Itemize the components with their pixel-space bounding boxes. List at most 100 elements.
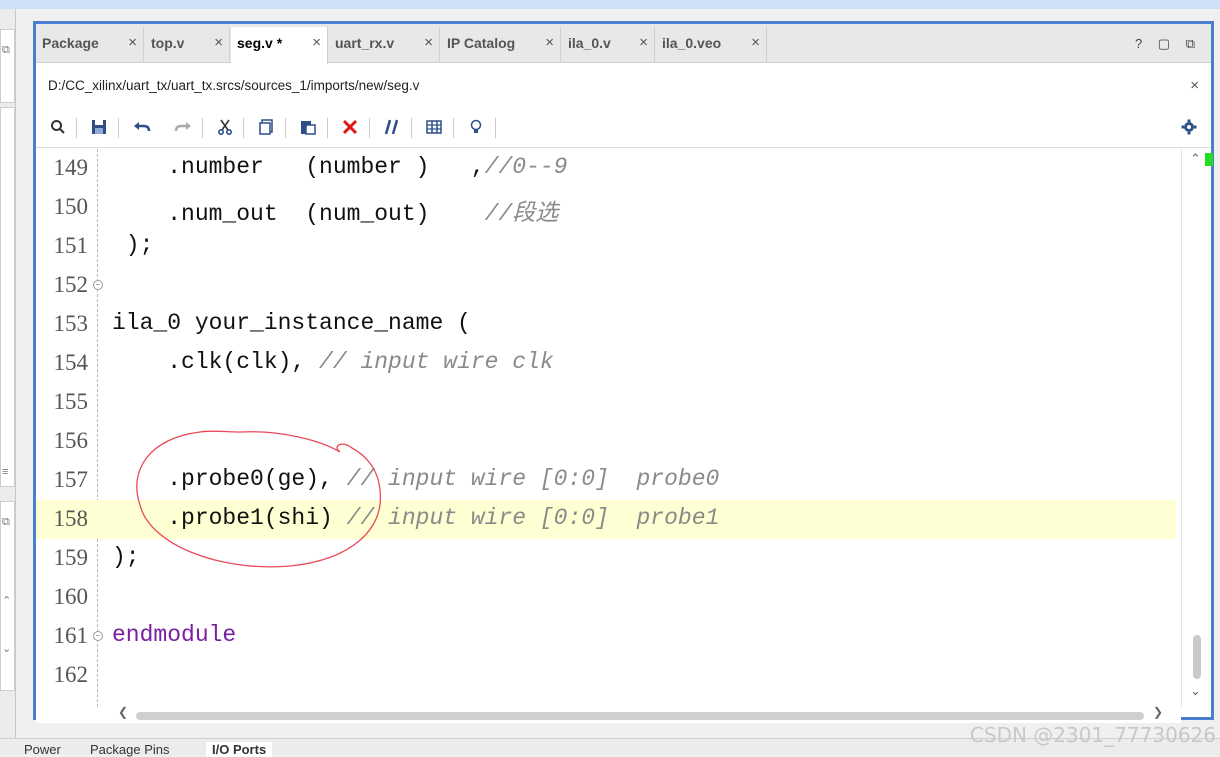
left-panel-top: ⧉	[0, 29, 15, 103]
settings-icon[interactable]	[1178, 116, 1200, 138]
scroll-left-icon[interactable]: ❮	[118, 705, 128, 719]
code-statement: .probe0(ge),	[112, 466, 347, 492]
watermark: CSDN @2301_77730626	[969, 723, 1216, 747]
horizontal-scrollbar[interactable]: ❮ ❯	[36, 705, 1181, 723]
code-comment: //段选	[484, 201, 559, 227]
code-comment: // input wire clk	[319, 349, 554, 375]
code-statement: .probe1(shi)	[112, 505, 347, 531]
tab-ila-0-veo[interactable]: ila_0.veo ×	[656, 27, 767, 63]
code-comment: //0--9	[484, 154, 568, 180]
close-icon[interactable]: ×	[639, 27, 648, 59]
close-icon[interactable]: ×	[312, 27, 321, 59]
code-text: .probe1(shi) // input wire [0:0] probe1	[112, 505, 719, 531]
toolbar-separator	[285, 118, 286, 138]
restore-icon-2[interactable]: ⧉	[2, 516, 10, 529]
fold-toggle-icon[interactable]: −	[93, 280, 103, 290]
code-line[interactable]: 162	[36, 656, 1176, 695]
scroll-right-icon[interactable]: ❯	[1153, 705, 1163, 719]
toolbar-separator	[495, 118, 496, 138]
save-icon[interactable]	[88, 116, 110, 138]
code-line[interactable]: 161− endmodule	[36, 617, 1176, 656]
code-line[interactable]: 157 .probe0(ge), // input wire [0:0] pro…	[36, 461, 1176, 500]
toolbar-separator	[453, 118, 454, 138]
comment-icon[interactable]	[381, 116, 403, 138]
restore-icon[interactable]: ⧉	[2, 44, 10, 57]
fold-toggle-icon[interactable]: −	[93, 631, 103, 641]
toolbar-separator	[118, 118, 119, 138]
toolbar-separator	[411, 118, 412, 138]
scroll-up-icon[interactable]: ⌃	[1190, 151, 1201, 167]
close-icon[interactable]: ×	[424, 27, 433, 59]
close-icon[interactable]: ×	[751, 27, 760, 59]
code-line[interactable]: 150 .num_out (num_out) //段选	[36, 188, 1176, 227]
line-number: 159	[53, 545, 89, 570]
code-line[interactable]: 149 .number (number ) ,//0--9	[36, 149, 1176, 188]
code-line[interactable]: 156	[36, 422, 1176, 461]
close-icon[interactable]: ×	[128, 27, 137, 59]
scroll-down-icon[interactable]: ⌄	[1190, 683, 1201, 699]
tab-label: top.v	[151, 35, 185, 51]
close-path-icon[interactable]: ×	[1190, 64, 1199, 107]
code-text: .number (number ) ,//0--9	[112, 154, 568, 180]
tab-ip-catalog[interactable]: IP Catalog ×	[441, 27, 561, 63]
code-text: .clk(clk), // input wire clk	[112, 349, 554, 375]
code-text: .probe0(ge), // input wire [0:0] probe0	[112, 466, 719, 492]
tab-label: uart_rx.v	[335, 35, 395, 51]
file-path: D:/CC_xilinx/uart_tx/uart_tx.srcs/source…	[48, 78, 420, 93]
menu-icon[interactable]: ≡	[2, 466, 8, 478]
code-line[interactable]: 158 .probe1(shi) // input wire [0:0] pro…	[36, 500, 1176, 539]
delete-icon[interactable]	[339, 116, 361, 138]
code-text: );	[112, 544, 140, 570]
vertical-scrollbar[interactable]: ⌃ ⌄	[1181, 149, 1213, 707]
scroll-down-icon[interactable]: ⌄	[2, 642, 11, 655]
toolbar-separator	[243, 118, 244, 138]
editor-window: Package × top.v × seg.v * × uart_rx.v × IP C…	[33, 21, 1214, 723]
search-icon[interactable]	[47, 116, 69, 138]
undo-icon[interactable]	[131, 116, 153, 138]
line-number: 155	[53, 389, 89, 414]
code-line[interactable]: 152−	[36, 266, 1176, 305]
code-statement: .clk(clk),	[112, 349, 320, 375]
line-number: 162	[53, 662, 89, 687]
tab-top-v[interactable]: top.v ×	[145, 27, 230, 63]
code-statement: .num_out (num_out)	[112, 201, 485, 227]
code-line[interactable]: 154 .clk(clk), // input wire clk	[36, 344, 1176, 383]
code-line[interactable]: 155	[36, 383, 1176, 422]
tab-ila-0-v[interactable]: ila_0.v ×	[562, 27, 655, 63]
tab-package[interactable]: Package ×	[36, 27, 144, 63]
paste-icon[interactable]	[297, 116, 319, 138]
column-icon[interactable]	[423, 116, 445, 138]
tab-label: seg.v *	[237, 35, 283, 51]
code-text: endmodule	[112, 622, 236, 648]
code-line[interactable]: 151 );	[36, 227, 1176, 266]
toolbar-separator	[327, 118, 328, 138]
line-number: 151	[53, 233, 89, 258]
code-statement: .number (number ) ,	[112, 154, 485, 180]
code-line[interactable]: 159);	[36, 539, 1176, 578]
close-icon[interactable]: ×	[214, 27, 223, 59]
redo-icon[interactable]	[172, 116, 194, 138]
code-line[interactable]: 153 ila_0 your_instance_name (	[36, 305, 1176, 344]
line-number: 161	[53, 623, 89, 648]
line-number: 158	[53, 506, 89, 531]
editor-toolbar	[36, 108, 1211, 148]
code-keyword: endmodule	[112, 622, 237, 648]
close-icon[interactable]: ×	[545, 27, 554, 59]
tab-uart-rx-v[interactable]: uart_rx.v ×	[329, 27, 440, 63]
code-editor[interactable]: 149 .number (number ) ,//0--9 150 .num_ou…	[36, 149, 1181, 707]
copy-icon[interactable]	[255, 116, 277, 138]
toolbar-separator	[369, 118, 370, 138]
scroll-thumb[interactable]	[1193, 635, 1201, 679]
status-marker	[1205, 153, 1213, 166]
tab-label: ila_0.veo	[662, 35, 722, 51]
code-line[interactable]: 160	[36, 578, 1176, 617]
code-text: .num_out (num_out) //段选	[112, 193, 558, 227]
cut-icon[interactable]	[214, 116, 236, 138]
tab-tools[interactable]: ? ▢ ⧉	[1135, 36, 1201, 52]
hscroll-thumb[interactable]	[136, 712, 1144, 720]
scroll-up-icon[interactable]: ⌃	[2, 594, 11, 607]
tab-seg-v[interactable]: seg.v * ×	[231, 27, 328, 64]
hint-icon[interactable]	[465, 116, 487, 138]
line-number: 157	[53, 467, 89, 492]
code-statement: ila_0 your_instance_name (	[112, 310, 471, 336]
